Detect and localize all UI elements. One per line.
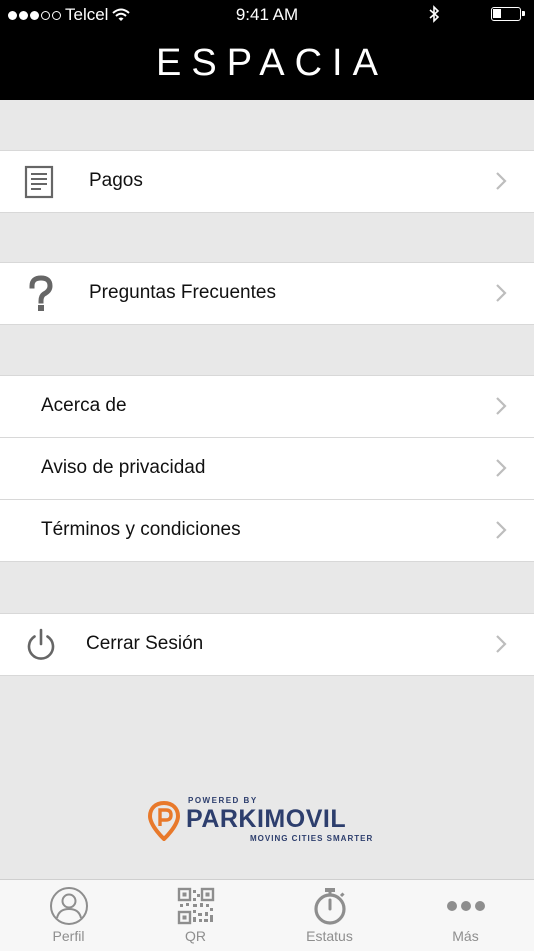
menu-item-pagos[interactable]: Pagos: [0, 151, 534, 212]
tab-bar: Perfil QR Estatus Más: [0, 879, 534, 951]
chevron-right-icon: [496, 521, 507, 539]
powered-by-text: POWERED BY: [188, 796, 258, 805]
menu-group-faq: Preguntas Frecuentes: [0, 262, 534, 325]
chevron-right-icon: [496, 284, 507, 302]
menu-item-terminos[interactable]: Términos y condiciones: [0, 499, 534, 561]
chevron-right-icon: [496, 397, 507, 415]
tab-label: Perfil: [52, 928, 85, 944]
battery-icon: [491, 7, 525, 21]
page-title: ESPACIA: [156, 42, 388, 84]
tab-label: Más: [452, 928, 479, 944]
menu-item-acerca[interactable]: Acerca de: [0, 376, 534, 437]
bluetooth-icon: [429, 5, 440, 23]
stopwatch-icon: [313, 888, 346, 925]
parkimovil-pin-icon: [148, 801, 180, 841]
tab-perfil[interactable]: Perfil: [2, 880, 135, 951]
menu-item-faq[interactable]: Preguntas Frecuentes: [0, 263, 534, 324]
tab-estatus[interactable]: Estatus: [263, 880, 396, 951]
qr-code-icon: [177, 887, 214, 925]
question-mark-icon: [29, 275, 53, 311]
brand-tagline: MOVING CITIES SMARTER: [250, 834, 374, 843]
status-time: 9:41 AM: [235, 5, 299, 24]
tab-mas[interactable]: Más: [399, 880, 532, 951]
menu-item-label: Acerca de: [41, 395, 127, 416]
menu-item-label: Preguntas Frecuentes: [89, 282, 276, 303]
menu-item-label: Pagos: [89, 170, 143, 191]
menu-item-label: Aviso de privacidad: [41, 457, 206, 478]
tab-qr[interactable]: QR: [129, 880, 262, 951]
brand-name: PARKIMOVIL: [186, 805, 347, 833]
menu-group-session: Cerrar Sesión: [0, 613, 534, 676]
document-icon: [24, 165, 54, 199]
power-icon: [27, 628, 55, 660]
menu-item-cerrar-sesion[interactable]: Cerrar Sesión: [0, 614, 534, 675]
chevron-right-icon: [496, 459, 507, 477]
chevron-right-icon: [496, 172, 507, 190]
tab-label: Estatus: [306, 928, 353, 944]
more-dots-icon: [446, 901, 485, 911]
chevron-right-icon: [496, 635, 507, 653]
menu-item-label: Términos y condiciones: [41, 519, 241, 540]
menu-item-aviso-privacidad[interactable]: Aviso de privacidad: [0, 437, 534, 499]
app-header: Telcel 9:41 AM ESPACIA: [0, 0, 534, 100]
menu-item-label: Cerrar Sesión: [86, 633, 204, 654]
menu-group-payments: Pagos: [0, 150, 534, 213]
tab-label: QR: [185, 928, 206, 944]
menu-group-info: Acerca de Aviso de privacidad Términos y…: [0, 375, 534, 562]
parkimovil-logo: POWERED BY PARKIMOVIL MOVING CITIES SMAR…: [148, 796, 388, 844]
user-profile-icon: [49, 887, 88, 925]
status-bar: Telcel 9:41 AM: [0, 0, 534, 30]
